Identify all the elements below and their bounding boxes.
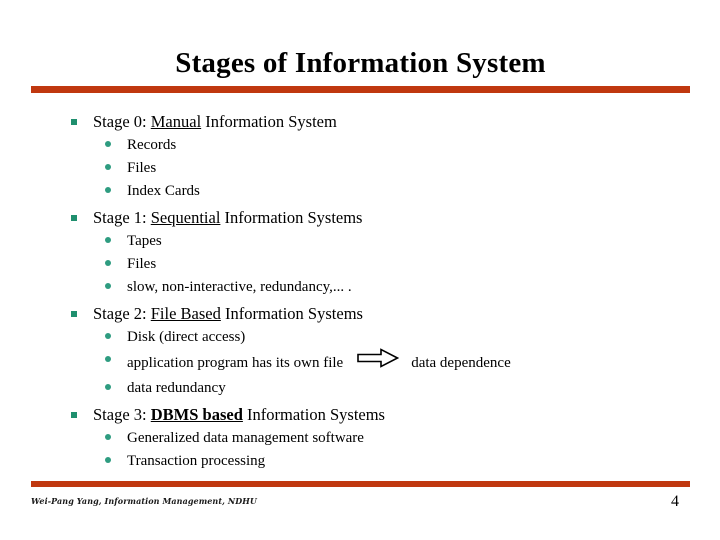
list-item-label: Disk (direct access) — [127, 329, 246, 345]
stage-group-3: Stage 3: DBMS based Information Systems … — [60, 403, 700, 473]
list-item-label: Index Cards — [127, 183, 200, 199]
stage-heading-keyword: DBMS based — [150, 405, 243, 424]
list-item-label: Tapes — [127, 233, 162, 249]
dot-bullet-icon — [105, 260, 111, 266]
list-item: Records — [60, 134, 700, 157]
list-item: slow, non-interactive, redundancy,... . — [60, 276, 700, 299]
square-bullet-icon — [71, 119, 77, 125]
stage-group-2: Stage 2: File Based Information Systems … — [60, 302, 700, 400]
stage-group-1: Stage 1: Sequential Information Systems … — [60, 206, 700, 299]
list-item-label: slow, non-interactive, redundancy,... . — [127, 279, 352, 295]
right-block-arrow-icon — [357, 348, 400, 376]
stage-group-0: Stage 0: Manual Information System Recor… — [60, 110, 700, 203]
dot-bullet-icon — [105, 141, 111, 147]
list-item-label: Files — [127, 160, 157, 176]
list-item: Files — [60, 253, 700, 276]
square-bullet-icon — [71, 215, 77, 221]
footer-divider-rule — [31, 481, 690, 487]
stage-heading-prefix: Stage 0: — [93, 112, 151, 131]
dot-bullet-icon — [105, 333, 111, 339]
stage-heading-suffix: Information Systems — [220, 208, 363, 227]
stage-heading-prefix: Stage 2: — [93, 304, 151, 323]
list-item: Files — [60, 157, 700, 180]
list-item: Transaction processing — [60, 450, 700, 473]
dot-bullet-icon — [105, 237, 111, 243]
list-item-label: data redundancy — [127, 380, 226, 396]
stage-heading-keyword: Manual — [150, 112, 202, 131]
list-item-label: Generalized data management software — [127, 430, 364, 446]
list-item-label: application program has its own file — [127, 354, 344, 371]
list-item: Index Cards — [60, 180, 700, 203]
square-bullet-icon — [71, 412, 77, 418]
list-item: Generalized data management software — [60, 427, 700, 450]
stage-heading-3: Stage 3: DBMS based Information Systems — [60, 403, 700, 427]
dot-bullet-icon — [105, 164, 111, 170]
page-title: Stages of Information System — [175, 47, 546, 79]
dot-bullet-icon — [105, 356, 111, 362]
slide-body: Stage 0: Manual Information System Recor… — [60, 110, 700, 476]
stage-heading-keyword: Sequential — [150, 208, 221, 227]
square-bullet-icon — [71, 311, 77, 317]
dot-bullet-icon — [105, 283, 111, 289]
stage-heading-2: Stage 2: File Based Information Systems — [60, 302, 700, 326]
stage-heading-suffix: Information System — [201, 112, 337, 131]
page-number: 4 — [671, 493, 679, 510]
stage-heading-keyword: File Based — [150, 304, 221, 323]
slide-canvas: Stages of Information System Stage 0: Ma… — [0, 0, 720, 540]
dot-bullet-icon — [105, 457, 111, 463]
stage-heading-prefix: Stage 3: — [93, 405, 151, 424]
stage-heading-prefix: Stage 1: — [93, 208, 151, 227]
footer-attribution: Wei-Pang Yang, Information Management, N… — [31, 497, 257, 507]
dot-bullet-icon — [105, 187, 111, 193]
stage-heading-suffix: Information Systems — [242, 405, 385, 424]
title-divider-rule — [31, 86, 690, 93]
stage-heading-0: Stage 0: Manual Information System — [60, 110, 700, 134]
list-item-label-after-arrow: data dependence — [411, 354, 511, 371]
list-item: data redundancy — [60, 377, 700, 400]
stage-heading-1: Stage 1: Sequential Information Systems — [60, 206, 700, 230]
list-item-label: Transaction processing — [127, 453, 266, 469]
dot-bullet-icon — [105, 434, 111, 440]
list-item-label: Records — [127, 137, 177, 153]
list-item: Disk (direct access) — [60, 326, 700, 349]
stage-heading-suffix: Information Systems — [220, 304, 363, 323]
list-item-label: Files — [127, 256, 157, 272]
dot-bullet-icon — [105, 384, 111, 390]
list-item: application program has its own file data… — [60, 348, 511, 377]
list-item: Tapes — [60, 230, 700, 253]
